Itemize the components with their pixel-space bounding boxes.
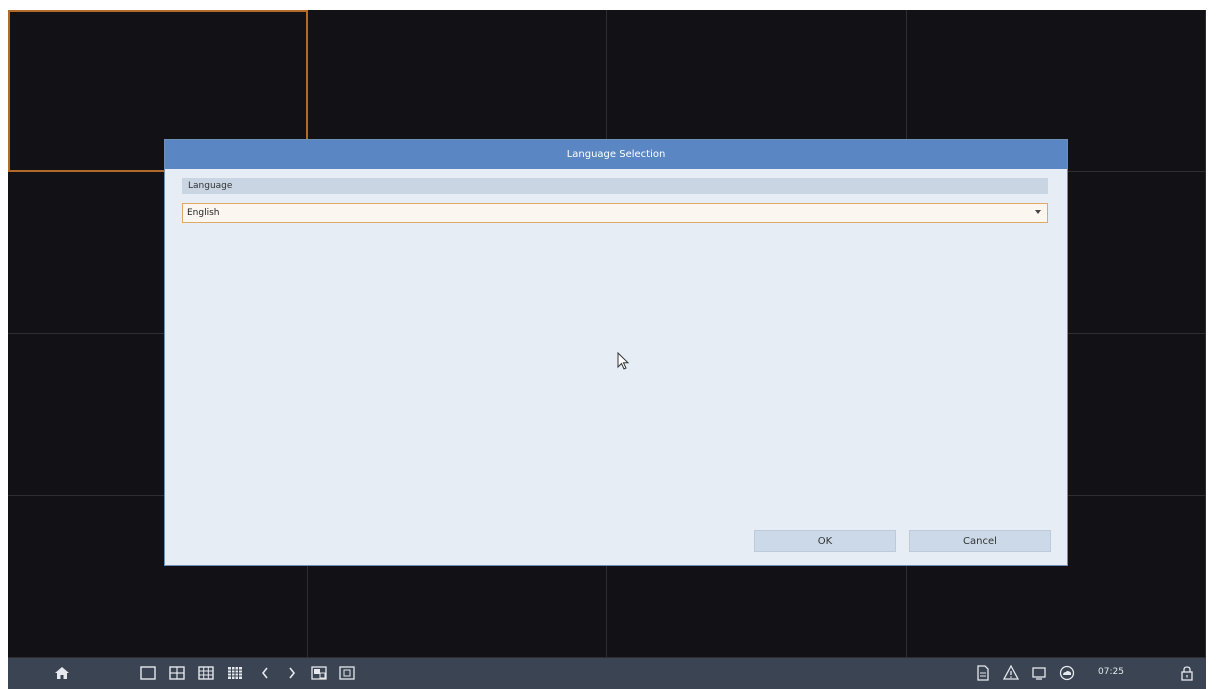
home-icon[interactable] (53, 664, 71, 682)
ok-button[interactable]: OK (754, 530, 896, 552)
alarm-icon[interactable] (1002, 664, 1020, 682)
chevron-left-icon[interactable] (258, 664, 272, 682)
cancel-button[interactable]: Cancel (909, 530, 1051, 552)
taskbar: 07:25 (8, 658, 1206, 689)
chevron-right-icon[interactable] (285, 664, 299, 682)
mouse-cursor-icon (617, 352, 630, 370)
language-section-header: Language (182, 178, 1048, 194)
layout-4-icon[interactable] (168, 664, 186, 682)
dropdown-arrow-icon[interactable] (1035, 210, 1041, 214)
language-selection-dialog: Language Selection Language English OK C… (165, 140, 1067, 565)
layout-9-icon[interactable] (197, 664, 215, 682)
cloud-icon[interactable] (1058, 664, 1076, 682)
fullscreen-icon[interactable] (338, 664, 356, 682)
dialog-title: Language Selection (165, 140, 1067, 169)
layout-1-icon[interactable] (139, 664, 157, 682)
document-icon[interactable] (974, 664, 992, 682)
layout-16-icon[interactable] (226, 664, 244, 682)
language-select[interactable]: English (182, 203, 1048, 223)
network-icon[interactable] (1030, 664, 1048, 682)
picture-in-picture-icon[interactable] (310, 664, 328, 682)
lock-icon[interactable] (1178, 664, 1196, 682)
clock-time: 07:25 (1098, 667, 1124, 677)
language-select-value: English (187, 208, 220, 218)
